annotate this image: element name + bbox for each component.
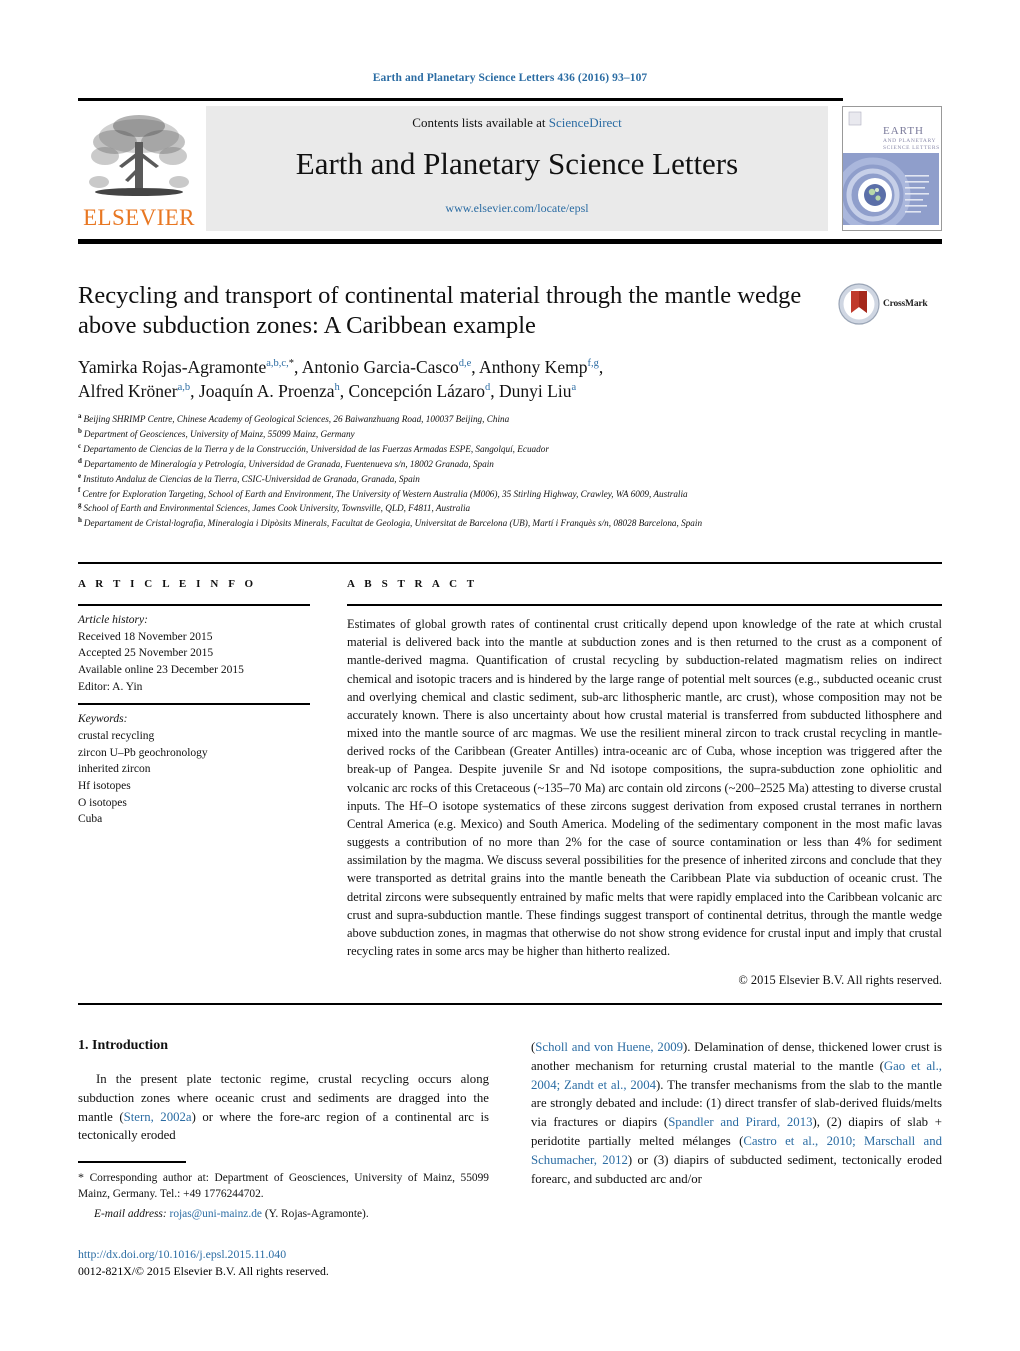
history-item: Editor: A. Yin [78,680,143,693]
affiliation-item: g School of Earth and Environmental Scien… [78,501,471,514]
paper-page: Earth and Planetary Science Letters 436 … [0,0,1020,1351]
affiliation-item: d Departamento de Mineralogía y Petrologí… [78,456,494,469]
sciencedirect-link[interactable]: ScienceDirect [549,115,622,130]
affiliation-item: c Departamento de Ciencias de la Tierra y… [78,441,549,454]
keyword-item: inherited zircon [78,763,151,776]
history-item: Received 18 November 2015 [78,630,213,643]
running-head: Earth and Planetary Science Letters 436 … [372,72,648,84]
email-owner: (Y. Rojas-Agramonte). [264,1208,369,1221]
journal-url-link[interactable]: www.elsevier.com/locate/epsl [206,201,828,216]
abstract-copyright: © 2015 Elsevier B.V. All rights reserved… [738,972,942,987]
keyword-item: zircon U–Pb geochronology [78,746,208,759]
article-info-heading: A R T I C L E I N F O [78,578,257,590]
svg-text:SCIENCE LETTERS: SCIENCE LETTERS [883,145,939,151]
issn-copyright-line: 0012-821X/© 2015 Elsevier B.V. All right… [78,1264,329,1279]
keyword-item: Hf isotopes [78,780,131,793]
history-item: Accepted 25 November 2015 [78,647,214,660]
email-link[interactable]: rojas@uni-mainz.de [170,1208,262,1220]
affiliation-item: h Departament de Cristal·lografia, Minera… [78,516,703,529]
journal-masthead: ELSEVIER Contents lists available at Sci… [78,98,942,244]
corresponding-author-footnote: * Corresponding author at: Department of… [78,1169,489,1223]
affiliation-list: a Beijing SHRIMP Centre, Chinese Academy … [78,412,958,531]
article-history-group: Article history: Received 18 November 20… [78,606,310,703]
citation-link[interactable]: Stern, 2002a [124,1110,192,1124]
intro-paragraph-left: In the present plate tectonic regime, cr… [78,1070,489,1145]
affiliation-item: f Centre for Exploration Targeting, Schoo… [78,486,688,499]
abstract-rule [347,604,942,606]
contents-available-line: Contents lists available at ScienceDirec… [206,115,828,131]
email-label: E-mail address: [94,1208,167,1221]
affiliation-text: Instituto Andaluz de Ciencias de la Tier… [83,473,420,484]
affiliation-text: School of Earth and Environmental Scienc… [83,503,471,514]
citation-link[interactable]: Scholl and von Huene, 2009 [535,1040,683,1054]
elsevier-tree-icon [89,115,189,196]
svg-text:AND PLANETARY: AND PLANETARY [883,138,936,144]
author-line-2: Alfred Krönera,b, Joaquín A. Proenzah, C… [78,381,577,402]
affiliation-text: Beijing SHRIMP Centre, Chinese Academy o… [83,414,510,424]
affiliation-text: Departamento de Mineralogía y Petrología… [83,458,494,469]
keywords-label: Keywords: [78,713,128,726]
section-heading-introduction: 1. Introduction [78,1038,168,1053]
info-section-top-rule [78,562,942,564]
crossmark-badge[interactable]: CrossMark [838,283,942,325]
affiliation-text: Departament de Cristal·lografia, Mineral… [83,518,703,529]
crossmark-label: CrossMark [883,299,928,309]
abstract-bottom-rule [78,1003,942,1005]
affiliation-item: a Beijing SHRIMP Centre, Chinese Academy … [78,411,510,424]
journal-title: Earth and Planetary Science Letters [295,146,739,181]
journal-cover-thumbnail: EARTH AND PLANETARY SCIENCE LETTERS [842,106,942,231]
keywords-group: Keywords: crustal recycling zircon U–Pb … [78,705,310,836]
journal-cover-image: EARTH AND PLANETARY SCIENCE LETTERS [843,107,939,230]
author-list: Yamirka Rojas-Agramontea,b,c,*, Antonio … [78,356,878,404]
masthead-top-rule [78,98,843,101]
citation-link[interactable]: Spandler and Pirard, 2013 [668,1115,812,1129]
masthead-bottom-rule [78,239,942,244]
body-left-column: 1. Introduction In the present plate tec… [78,1038,489,1280]
abstract-heading: A B S T R A C T [347,578,478,590]
keyword-item: Cuba [78,813,103,826]
affiliation-item: b Department of Geosciences, University o… [78,426,355,439]
elsevier-wordmark: ELSEVIER [83,205,195,230]
article-info-column: Article history: Received 18 November 20… [78,604,310,836]
title-block: Recycling and transport of continental m… [78,281,942,404]
abstract-column: Estimates of global growth rates of cont… [347,604,942,988]
svg-text:EARTH: EARTH [883,125,924,137]
history-item: Available online 23 December 2015 [78,664,244,677]
doi-link[interactable]: http://dx.doi.org/10.1016/j.epsl.2015.11… [78,1246,489,1263]
footnote-star: * [78,1169,84,1184]
affiliation-text: Department of Geosciences, University of… [83,428,355,439]
keyword-item: O isotopes [78,796,127,809]
elsevier-logo: ELSEVIER [78,106,200,231]
affiliation-text: Centre for Exploration Targeting, School… [82,488,688,499]
intro-paragraph-right: (Scholl and von Huene, 2009). Delaminati… [531,1040,943,1186]
affiliation-item: e Instituto Andaluz de Ciencias de la Tie… [78,471,420,484]
footnote-separator [78,1161,186,1163]
keyword-item: crustal recycling [78,730,155,743]
affiliation-text: Departamento de Ciencias de la Tierra y … [83,443,549,454]
author-line-1: Yamirka Rojas-Agramontea,b,c,*, Antonio … [78,357,604,378]
doi-block: http://dx.doi.org/10.1016/j.epsl.2015.11… [78,1246,489,1280]
article-history-label: Article history: [78,614,148,626]
email-line: E-mail address: rojas@uni-mainz.de (Y. R… [78,1206,489,1222]
page-title: Recycling and transport of continental m… [78,282,802,339]
abstract-text: Estimates of global growth rates of cont… [347,617,942,959]
body-right-column: (Scholl and von Huene, 2009). Delaminati… [531,1038,942,1280]
contents-prefix: Contents lists available at [412,115,549,130]
crossmark-icon [838,283,880,325]
masthead-center: Contents lists available at ScienceDirec… [206,106,828,231]
body-columns: 1. Introduction In the present plate tec… [78,1038,942,1280]
corresponding-author-text: Corresponding author at: Department of G… [78,1171,489,1200]
